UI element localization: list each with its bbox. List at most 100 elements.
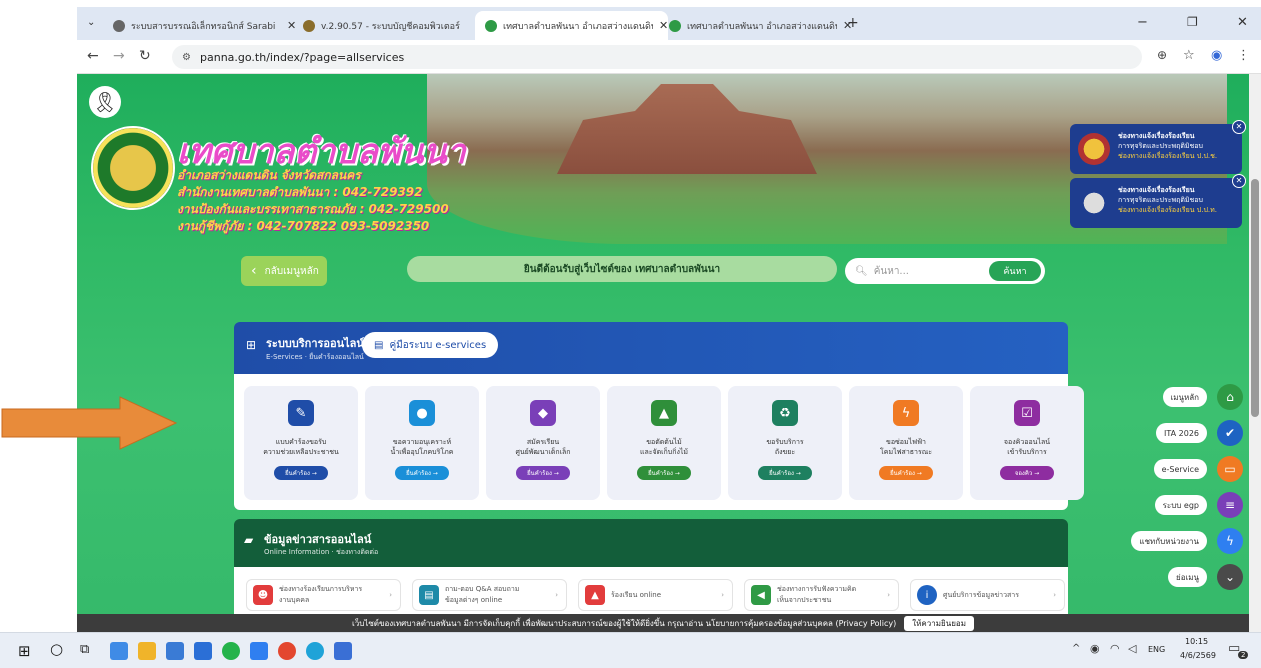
forward-arrow-icon[interactable]: → [113, 48, 125, 64]
service-label: แบบคำร้องขอรับ ความช่วยเหลือประชาชน [263, 438, 339, 456]
search-icon: 🔍︎ [855, 265, 868, 277]
more-menu-icon[interactable]: ⋮ [1237, 48, 1250, 63]
service-card-childcare[interactable]: ◆ สมัครเรียน ศูนย์พัฒนาเด็กเล็ก ยื่นคำร้อ… [486, 386, 600, 500]
service-card-trash[interactable]: ♻ ขอรับบริการ ถังขยะ ยื่นคำร้อง → [728, 386, 842, 500]
form-icon: ✎ [288, 400, 314, 426]
side-label-egp[interactable]: ระบบ egp [1154, 495, 1207, 515]
windows-taskbar: ⊞ ○ ⧉ ^ ◉ ◠ ◁ ENG 10:15 4/6/2569 ▭ 2 [0, 632, 1261, 668]
info-item-complaint-online[interactable]: ▲ ร้องเรียน online › [578, 579, 733, 611]
zoom-icon[interactable]: ⊕ [1157, 48, 1167, 62]
chrome-icon[interactable] [278, 642, 296, 660]
book-queue-button[interactable]: จองคิว → [1000, 465, 1054, 480]
site-info-icon[interactable]: ⚙ [182, 52, 191, 63]
search-box[interactable]: 🔍︎ ค้นหา... ค้นหา [845, 258, 1045, 284]
messenger-icon[interactable]: ϟ [1217, 528, 1243, 554]
cookie-consent-bar: เว็บไซต์ของเทศบาลตำบลพันนา มีการจัดเก็บค… [77, 614, 1249, 632]
people-icon: ☻ [253, 585, 273, 605]
service-card-assistance[interactable]: ✎ แบบคำร้องขอรับ ความช่วยเหลือประชาชน ยื่… [244, 386, 358, 500]
list-icon[interactable]: ≡ [1217, 492, 1243, 518]
side-label-home[interactable]: เมนูหลัก [1162, 387, 1207, 407]
profile-icon[interactable]: ◉ [1211, 48, 1222, 63]
submit-request-button[interactable]: ยื่นคำร้อง → [516, 465, 570, 480]
volume-icon[interactable]: ◁ [1128, 642, 1136, 655]
check-circle-icon[interactable]: ✔ [1217, 420, 1243, 446]
eservices-subtitle: E-Services · ยื่นคำร้องออนไลน์ [266, 353, 364, 361]
scrollbar-thumb[interactable] [1251, 179, 1259, 417]
mail-icon[interactable] [250, 642, 268, 660]
info-item-hr-complaint[interactable]: ☻ ช่องทางร้องเรียนการบริหาร งานบุคคล › [246, 579, 401, 611]
tab-panna[interactable]: เทศบาลตำบลพันนา อำเภอสว่างแดนดิน ✕ [659, 11, 852, 40]
side-label-eservice[interactable]: e-Service [1153, 459, 1207, 479]
url-field[interactable]: ⚙ panna.go.th/index/?page=allservices [172, 45, 1142, 69]
submit-request-button[interactable]: ยื่นคำร้อง → [637, 465, 691, 480]
eservices-manual-button[interactable]: ▤ คู่มือระบบ e-services [362, 332, 499, 358]
info-item-qa[interactable]: ▤ ถาม-ตอบ Q&A สอบถาม ข้อมูลต่างๆ online › [412, 579, 567, 611]
network-icon[interactable]: ◉ [1090, 642, 1100, 655]
clock-date[interactable]: 4/6/2569 [1180, 651, 1216, 660]
globe-icon [113, 19, 125, 32]
submit-request-button[interactable]: ยื่นคำร้อง → [395, 465, 449, 480]
app-icon[interactable] [110, 642, 128, 660]
popup-line: ช่องทางแจ้งเรื่องร้องเรียน ป.ป.ช. [1118, 151, 1218, 160]
side-label-collapse[interactable]: ย่อเมนู [1168, 567, 1207, 587]
file-explorer-icon[interactable] [138, 642, 156, 660]
municipality-logo[interactable] [91, 126, 175, 210]
mourning-ribbon-icon: 🎗 [89, 86, 121, 118]
close-icon[interactable]: ✕ [1232, 174, 1246, 188]
minimize-button[interactable]: − [1137, 15, 1148, 30]
reload-icon[interactable]: ↻ [139, 48, 151, 64]
bookmark-star-icon[interactable]: ☆ [1183, 48, 1195, 63]
recycle-icon: ♻ [772, 400, 798, 426]
back-arrow-icon[interactable]: ← [87, 48, 99, 64]
close-icon[interactable]: ✕ [1232, 120, 1246, 134]
close-window-button[interactable]: ✕ [1237, 15, 1248, 30]
popup-line: การทุจริตและประพฤติมิชอบ [1118, 195, 1203, 204]
store-icon[interactable] [166, 642, 184, 660]
manual-label: คู่มือระบบ e-services [389, 339, 487, 351]
edge-icon[interactable] [306, 642, 324, 660]
show-hidden-icons-icon[interactable]: ^ [1072, 643, 1080, 654]
complaint-popup-nacc[interactable]: ✕ ช่องทางแจ้งเรื่องร้องเรียน การทุจริตแล… [1070, 120, 1246, 174]
service-label: ขอความอนุเคราะห์ น้ำเพื่ออุปโภคบริโภค [390, 438, 454, 456]
clock-time[interactable]: 10:15 [1185, 637, 1208, 646]
service-card-booking[interactable]: ☑ จองคิวออนไลน์ เข้ารับบริการ จองคิว → [970, 386, 1084, 500]
calendar-check-icon: ☑ [1014, 400, 1040, 426]
chevron-right-icon: › [1053, 591, 1056, 599]
restore-button[interactable]: ❐ [1187, 15, 1198, 29]
side-label-chat[interactable]: แชทกับหน่วยงาน [1131, 531, 1207, 551]
new-tab-button[interactable]: + [847, 15, 859, 31]
complaint-popup-pacc[interactable]: ✕ ช่องทางแจ้งเรื่องร้องเรียน การทุจริตแล… [1070, 174, 1246, 228]
search-input[interactable]: ค้นหา... [874, 264, 909, 279]
wifi-icon[interactable]: ◠ [1110, 642, 1120, 655]
task-view-icon[interactable]: ⧉ [80, 642, 89, 657]
info-item-opinion[interactable]: ◀ ช่องทางการรับฟังความคิด เห็นจากประชาชน … [744, 579, 899, 611]
submit-request-button[interactable]: ยื่นคำร้อง → [879, 465, 933, 480]
photos-icon[interactable] [194, 642, 212, 660]
tab-panna-active[interactable]: เทศบาลตำบลพันนา อำเภอสว่างแดนดิน ✕ [475, 11, 669, 40]
back-to-main-button[interactable]: ‹ กลับเมนูหลัก [241, 256, 327, 286]
tab-sarabun[interactable]: ระบบสารบรรณอิเล็กทรอนิกส์ Sarabi ✕ [103, 11, 296, 40]
chevron-right-icon: › [389, 591, 392, 599]
tab-list-menu-icon[interactable]: ⌄ [87, 17, 95, 28]
chevron-down-icon[interactable]: ⌄ [1217, 564, 1243, 590]
search-button[interactable]: ค้นหา [989, 261, 1041, 281]
monitor-icon[interactable]: ▭ [1217, 456, 1243, 482]
service-card-streetlight[interactable]: ϟ ขอซ่อมไฟฟ้า โคมไฟสาธารณะ ยื่นคำร้อง → [849, 386, 963, 500]
windows-start-icon[interactable]: ⊞ [18, 642, 31, 660]
submit-request-button[interactable]: ยื่นคำร้อง → [758, 465, 812, 480]
cookie-accept-button[interactable]: ให้ความยินยอม [904, 615, 974, 631]
home-icon[interactable]: ⌂ [1217, 384, 1243, 410]
line-icon[interactable] [222, 642, 240, 660]
submit-request-button[interactable]: ยื่นคำร้อง → [274, 465, 328, 480]
app-icon[interactable] [334, 642, 352, 660]
info-item-info-center[interactable]: i ศูนย์บริการข้อมูลข่าวสาร › [910, 579, 1065, 611]
tab-accounting[interactable]: v.2.90.57 - ระบบบัญชีคอมพิวเตอร์ ✕ [293, 11, 486, 40]
side-label-ita[interactable]: ITA 2026 [1156, 423, 1207, 443]
service-card-tree[interactable]: ▲ ขอตัดต้นไม้ และจัดเก็บกิ่งไม้ ยื่นคำร้อ… [607, 386, 721, 500]
search-icon[interactable]: ○ [50, 640, 63, 658]
tab-title: เทศบาลตำบลพันนา อำเภอสว่างแดนดิน [687, 21, 837, 32]
input-language[interactable]: ENG [1148, 645, 1165, 654]
page-scrollbar[interactable] [1249, 74, 1261, 632]
service-card-water[interactable]: ● ขอความอนุเคราะห์ น้ำเพื่ออุปโภคบริโภค ย… [365, 386, 479, 500]
eservices-title: ระบบบริการออนไลน์ [266, 337, 364, 350]
